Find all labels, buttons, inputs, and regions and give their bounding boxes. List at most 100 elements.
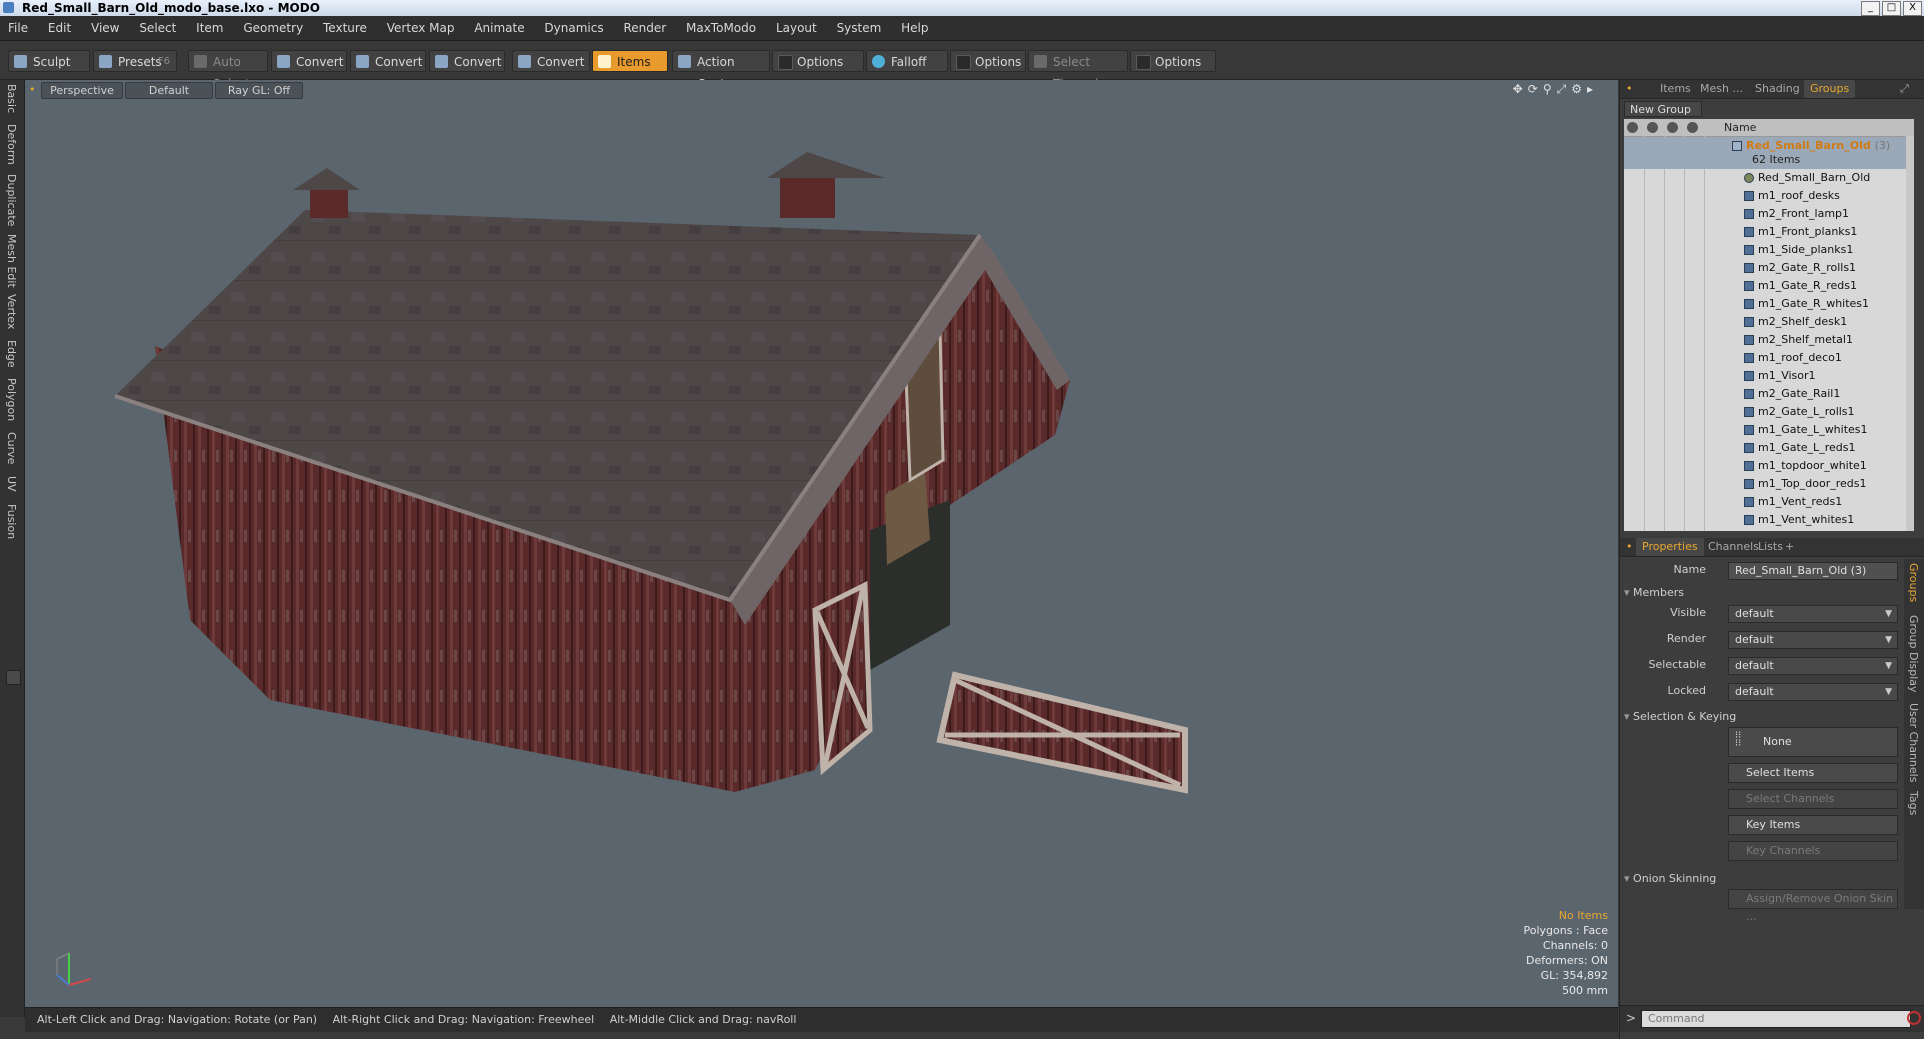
visible-dropdown[interactable]: default ▼ bbox=[1728, 605, 1898, 623]
list-item[interactable]: m1_Gate_L_reds1 bbox=[1624, 439, 1914, 457]
tab-items[interactable]: Items bbox=[1660, 80, 1691, 98]
menu-select[interactable]: Select bbox=[131, 16, 184, 40]
render-icon[interactable] bbox=[1647, 122, 1658, 133]
list-item[interactable]: m1_Front_planks1 bbox=[1624, 223, 1914, 241]
menu-maxtomodo[interactable]: MaxToModo bbox=[678, 16, 764, 40]
tab-channels[interactable]: Channels bbox=[1708, 538, 1759, 556]
list-item[interactable]: m2_Gate_Rail1 bbox=[1624, 385, 1914, 403]
select-through-button[interactable]: Select Through bbox=[1028, 50, 1128, 91]
list-scrollbar[interactable] bbox=[1906, 136, 1914, 531]
options-button-3[interactable]: Options bbox=[1130, 50, 1216, 72]
options-button-2[interactable]: Options bbox=[950, 50, 1026, 72]
raygl-button[interactable]: Ray GL: Off bbox=[215, 82, 303, 99]
tab-mesh[interactable]: Mesh ... bbox=[1700, 80, 1743, 98]
minimize-button[interactable]: _ bbox=[1861, 1, 1880, 16]
3d-viewport[interactable]: • Perspective Default Ray GL: Off ✥⟳⚲⤢⚙▸… bbox=[25, 80, 1618, 1015]
panel-expand-icon[interactable]: ⤢ bbox=[1900, 80, 1909, 98]
convert-button-3[interactable]: Convert bbox=[429, 50, 505, 72]
close-button[interactable]: X bbox=[1903, 1, 1922, 16]
list-item[interactable]: m1_roof_deco1 bbox=[1624, 349, 1914, 367]
falloff-button[interactable]: Falloff bbox=[866, 50, 948, 72]
render-dropdown[interactable]: default ▼ bbox=[1728, 631, 1898, 649]
list-item[interactable]: m1_Visor1 bbox=[1624, 367, 1914, 385]
convert-button-1[interactable]: Convert bbox=[271, 50, 347, 72]
panel-dot-icon[interactable]: • bbox=[1626, 538, 1633, 556]
tab-groups[interactable]: Groups bbox=[1804, 80, 1856, 98]
assign-onion-skin-button[interactable]: Assign/Remove Onion Skin ... bbox=[1728, 889, 1898, 923]
selection-keying-section[interactable]: Selection & Keying bbox=[1624, 710, 1736, 723]
lock-icon[interactable] bbox=[1667, 122, 1678, 133]
list-item[interactable]: m1_Side_planks1 bbox=[1624, 241, 1914, 259]
sculpt-button[interactable]: Sculpt bbox=[8, 50, 90, 72]
visibility-eye-icon[interactable] bbox=[1627, 122, 1638, 133]
convert-button-2[interactable]: Convert bbox=[350, 50, 426, 72]
viewport-nav-icons[interactable]: ✥⟳⚲⤢⚙▸ bbox=[1513, 82, 1598, 97]
shading-mode-button[interactable]: Default bbox=[125, 82, 213, 99]
tab-properties[interactable]: Properties bbox=[1636, 538, 1704, 556]
list-item[interactable]: m1_Gate_R_reds1 bbox=[1624, 277, 1914, 295]
select-items-button[interactable]: Select Items bbox=[1728, 763, 1898, 783]
mesh-icon bbox=[1744, 317, 1754, 327]
menu-dynamics[interactable]: Dynamics bbox=[536, 16, 611, 40]
list-item[interactable]: m1_Vent_reds1 bbox=[1624, 493, 1914, 511]
presets-button[interactable]: Presets F6 bbox=[93, 50, 177, 72]
group-row[interactable]: Red_Small_Barn_Old (3) 62 Items bbox=[1624, 137, 1914, 169]
name-field[interactable]: Red_Small_Barn_Old (3) bbox=[1728, 562, 1898, 580]
list-item[interactable]: m2_Shelf_desk1 bbox=[1624, 313, 1914, 331]
tab-lists[interactable]: Lists bbox=[1758, 538, 1783, 556]
key-items-button[interactable]: Key Items bbox=[1728, 815, 1898, 835]
tab-shading[interactable]: Shading bbox=[1755, 80, 1800, 98]
list-item[interactable]: m2_Front_lamp1 bbox=[1624, 205, 1914, 223]
list-item[interactable]: m2_Shelf_metal1 bbox=[1624, 331, 1914, 349]
options-button-1[interactable]: Options bbox=[772, 50, 864, 72]
menu-help[interactable]: Help bbox=[893, 16, 936, 40]
menu-view[interactable]: View bbox=[83, 16, 127, 40]
list-item[interactable]: m1_Vent_whites1 bbox=[1624, 511, 1914, 529]
menu-system[interactable]: System bbox=[829, 16, 890, 40]
menu-file[interactable]: File bbox=[0, 16, 36, 40]
panel-dot-icon[interactable]: • bbox=[1626, 80, 1633, 98]
record-icon[interactable] bbox=[1907, 1011, 1921, 1025]
key-channels-button[interactable]: Key Channels bbox=[1728, 841, 1898, 861]
command-input[interactable]: Command bbox=[1641, 1010, 1911, 1028]
add-tab-button[interactable]: + bbox=[1785, 538, 1794, 556]
list-item[interactable]: m1_Gate_L_whites1 bbox=[1624, 421, 1914, 439]
visible-row: Visible default ▼ bbox=[1620, 603, 1900, 625]
menu-geometry[interactable]: Geometry bbox=[235, 16, 311, 40]
tab-toggle-button[interactable] bbox=[6, 670, 21, 685]
menu-render[interactable]: Render bbox=[615, 16, 674, 40]
convert-button-4[interactable]: Convert bbox=[512, 50, 590, 72]
list-item[interactable]: m1_Top_door_reds1 bbox=[1624, 475, 1914, 493]
mesh-icon bbox=[1744, 371, 1754, 381]
menu-animate[interactable]: Animate bbox=[466, 16, 532, 40]
list-item[interactable]: m1_topdoor_white1 bbox=[1624, 457, 1914, 475]
stat-polygons: Polygons : Face bbox=[1523, 924, 1608, 937]
members-section[interactable]: Members bbox=[1624, 586, 1684, 599]
mesh-icon bbox=[1744, 479, 1754, 489]
none-button[interactable]: ⁝⁝ ⁝⁝ None bbox=[1728, 727, 1898, 757]
selectable-dropdown[interactable]: default ▼ bbox=[1728, 657, 1898, 675]
menu-layout[interactable]: Layout bbox=[768, 16, 825, 40]
action-center-button[interactable]: Action Center bbox=[672, 50, 770, 91]
list-item[interactable]: m1_roof_desks bbox=[1624, 187, 1914, 205]
items-mode-button[interactable]: Items bbox=[592, 50, 668, 72]
maximize-button[interactable]: □ bbox=[1882, 1, 1901, 16]
menu-edit[interactable]: Edit bbox=[40, 16, 79, 40]
locked-dropdown[interactable]: default ▼ bbox=[1728, 683, 1898, 701]
list-item-label: m1_Side_planks1 bbox=[1758, 243, 1854, 256]
new-group-button[interactable]: New Group bbox=[1624, 101, 1702, 117]
select-icon[interactable] bbox=[1687, 122, 1698, 133]
menu-texture[interactable]: Texture bbox=[315, 16, 375, 40]
menu-item[interactable]: Item bbox=[188, 16, 231, 40]
window-title: Red_Small_Barn_Old_modo_base.lxo - MODO bbox=[22, 1, 320, 15]
menu-vertex-map[interactable]: Vertex Map bbox=[379, 16, 463, 40]
list-item[interactable]: m2_Gate_L_rolls1 bbox=[1624, 403, 1914, 421]
viewport-dot-icon[interactable]: • bbox=[29, 82, 36, 97]
auto-select-button[interactable]: Auto Select bbox=[188, 50, 268, 91]
select-channels-button[interactable]: Select Channels bbox=[1728, 789, 1898, 809]
list-item[interactable]: m2_Gate_R_rolls1 bbox=[1624, 259, 1914, 277]
list-item[interactable]: m1_Gate_R_whites1 bbox=[1624, 295, 1914, 313]
list-item[interactable]: Red_Small_Barn_Old bbox=[1624, 169, 1914, 187]
onion-skinning-section[interactable]: Onion Skinning bbox=[1624, 872, 1716, 885]
view-type-button[interactable]: Perspective bbox=[41, 82, 123, 99]
